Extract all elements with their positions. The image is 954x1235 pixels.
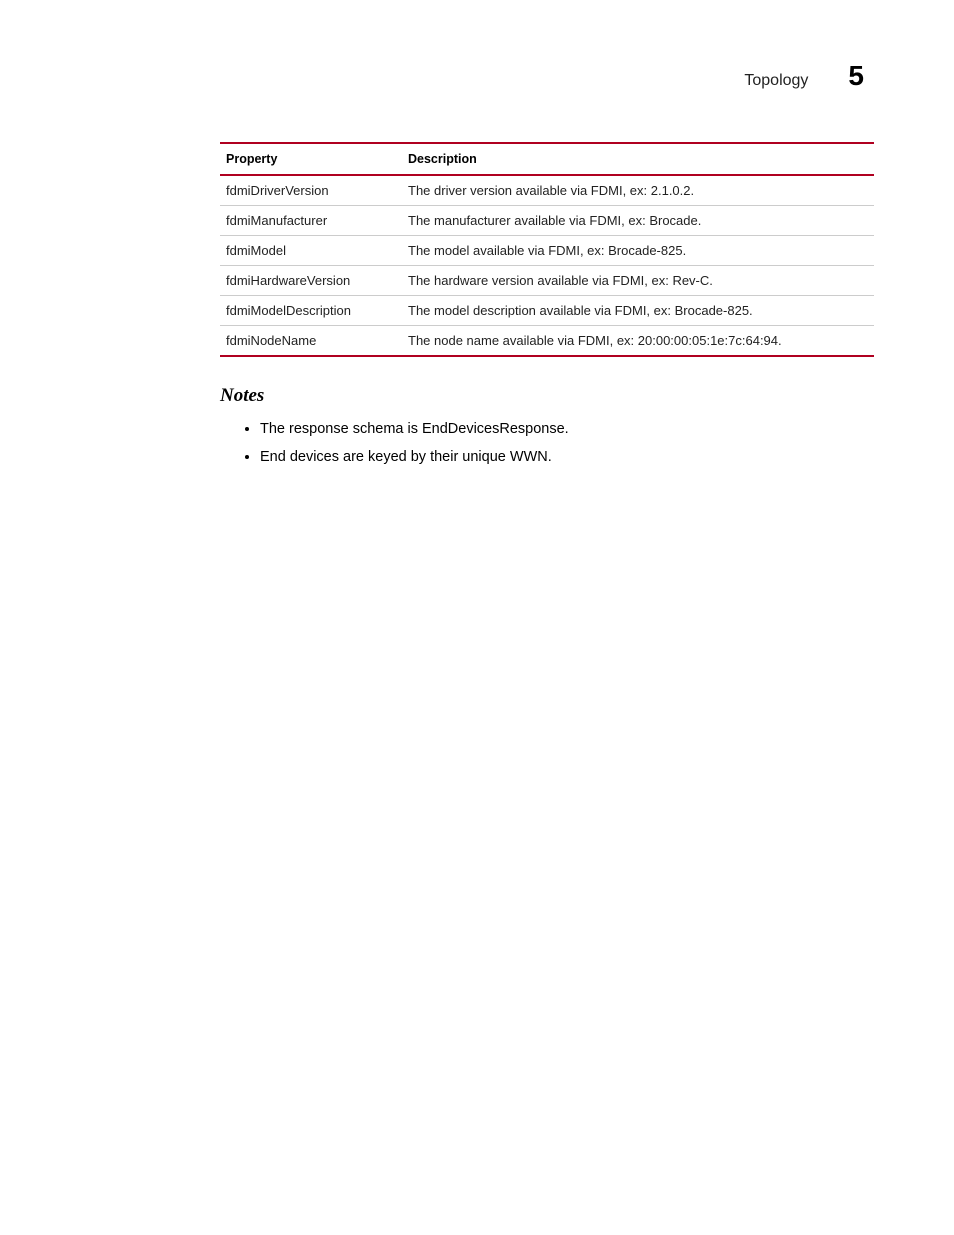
table-row: fdmiManufacturer The manufacturer availa… xyxy=(220,206,874,236)
properties-table: Property Description fdmiDriverVersion T… xyxy=(220,142,874,357)
cell-property: fdmiHardwareVersion xyxy=(220,266,402,296)
table-header-description: Description xyxy=(402,143,874,175)
cell-property: fdmiModel xyxy=(220,236,402,266)
table-row: fdmiModel The model available via FDMI, … xyxy=(220,236,874,266)
table-row: fdmiModelDescription The model descripti… xyxy=(220,296,874,326)
header-section-title: Topology xyxy=(744,72,808,90)
cell-description: The hardware version available via FDMI,… xyxy=(402,266,874,296)
cell-property: fdmiManufacturer xyxy=(220,206,402,236)
table-header-row: Property Description xyxy=(220,143,874,175)
cell-description: The model description available via FDMI… xyxy=(402,296,874,326)
table-row: fdmiHardwareVersion The hardware version… xyxy=(220,266,874,296)
notes-heading: Notes xyxy=(220,385,874,407)
list-item: The response schema is EndDevicesRespons… xyxy=(260,419,874,439)
cell-description: The node name available via FDMI, ex: 20… xyxy=(402,326,874,357)
cell-property: fdmiDriverVersion xyxy=(220,175,402,206)
cell-property: fdmiModelDescription xyxy=(220,296,402,326)
table-header-property: Property xyxy=(220,143,402,175)
table-row: fdmiNodeName The node name available via… xyxy=(220,326,874,357)
cell-description: The model available via FDMI, ex: Brocad… xyxy=(402,236,874,266)
header-chapter-number: 5 xyxy=(848,60,864,92)
page-header: Topology 5 xyxy=(80,60,874,92)
cell-description: The manufacturer available via FDMI, ex:… xyxy=(402,206,874,236)
table-row: fdmiDriverVersion The driver version ava… xyxy=(220,175,874,206)
cell-description: The driver version available via FDMI, e… xyxy=(402,175,874,206)
cell-property: fdmiNodeName xyxy=(220,326,402,357)
list-item: End devices are keyed by their unique WW… xyxy=(260,447,874,467)
notes-list: The response schema is EndDevicesRespons… xyxy=(220,419,874,468)
